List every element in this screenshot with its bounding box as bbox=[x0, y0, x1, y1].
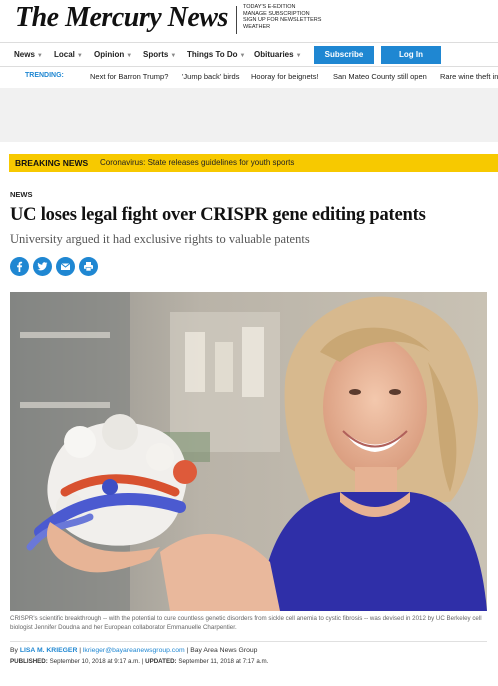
trending-link[interactable]: San Mateo County still open bbox=[333, 72, 427, 81]
published-label: PUBLISHED: bbox=[10, 658, 48, 665]
trending-link[interactable]: 'Jump back' birds bbox=[182, 72, 239, 81]
breaking-news-label: BREAKING NEWS bbox=[15, 158, 89, 168]
nav-item-label: Sports bbox=[143, 50, 169, 59]
twitter-icon bbox=[37, 262, 48, 271]
article-dates: PUBLISHED: September 10, 2018 at 9:17 a.… bbox=[10, 658, 268, 665]
author-email-link[interactable]: lkrieger@bayareanewsgroup.com bbox=[83, 647, 185, 654]
section-label[interactable]: NEWS bbox=[10, 190, 33, 199]
separator: | bbox=[141, 658, 144, 665]
facebook-icon bbox=[17, 261, 23, 272]
separator: | bbox=[79, 647, 82, 654]
article-photo[interactable] bbox=[10, 292, 487, 611]
nav-item-things-to-do[interactable]: Things To Do ▼ bbox=[187, 50, 245, 59]
byline: By LISA M. KRIEGER | lkrieger@bayareanew… bbox=[10, 647, 257, 654]
nav-item-local[interactable]: Local ▼ bbox=[54, 50, 83, 59]
nav-item-label: News bbox=[14, 50, 35, 59]
byline-org: Bay Area News Group bbox=[190, 647, 258, 654]
email-share-button[interactable] bbox=[56, 257, 75, 276]
divider bbox=[10, 641, 487, 642]
masthead-divider bbox=[236, 6, 237, 34]
chevron-down-icon: ▼ bbox=[239, 53, 246, 59]
separator: | bbox=[186, 647, 189, 654]
breaking-news-link[interactable]: Coronavirus: State releases guidelines f… bbox=[100, 158, 294, 167]
trending-bar: TRENDING: Next for Barron Trump? 'Jump b… bbox=[0, 68, 498, 84]
masthead-links: TODAY'S E-EDITION MANAGE SUBSCRIPTION SI… bbox=[243, 4, 321, 30]
author-link[interactable]: LISA M. KRIEGER bbox=[20, 647, 78, 654]
chevron-down-icon: ▼ bbox=[295, 53, 302, 59]
login-button[interactable]: Log In bbox=[381, 46, 441, 64]
trending-label: TRENDING: bbox=[25, 72, 64, 79]
twitter-share-button[interactable] bbox=[33, 257, 52, 276]
breaking-news-bar: BREAKING NEWS Coronavirus: State release… bbox=[9, 154, 498, 172]
print-button[interactable] bbox=[79, 257, 98, 276]
nav-item-news[interactable]: News ▼ bbox=[14, 50, 43, 59]
byline-prefix: By bbox=[10, 647, 18, 654]
trending-link[interactable]: Next for Barron Trump? bbox=[90, 72, 168, 81]
email-icon bbox=[60, 263, 71, 270]
main-nav: News ▼ Local ▼ Opinion ▼ Sports ▼ Things To … bbox=[0, 42, 498, 67]
photo-illustration bbox=[10, 292, 487, 611]
chevron-down-icon: ▼ bbox=[76, 53, 83, 59]
article-headline: UC loses legal fight over CRISPR gene ed… bbox=[10, 205, 426, 225]
nav-item-label: Opinion bbox=[94, 50, 125, 59]
newsletter-signup-link[interactable]: SIGN UP FOR NEWSLETTERS bbox=[243, 17, 321, 24]
print-icon bbox=[84, 262, 93, 272]
facebook-share-button[interactable] bbox=[10, 257, 29, 276]
published-date: September 10, 2018 at 9:17 a.m. bbox=[49, 658, 141, 665]
masthead: The Mercury News TODAY'S E-EDITION MANAG… bbox=[0, 0, 498, 42]
ad-placeholder bbox=[0, 88, 498, 142]
nav-item-label: Local bbox=[54, 50, 75, 59]
weather-link[interactable]: WEATHER bbox=[243, 24, 321, 31]
updated-label: UPDATED: bbox=[145, 658, 177, 665]
trending-link[interactable]: Rare wine theft in bbox=[440, 72, 498, 81]
site-logo[interactable]: The Mercury News bbox=[15, 2, 228, 34]
nav-item-opinion[interactable]: Opinion ▼ bbox=[94, 50, 132, 59]
photo-caption: CRISPR's scientific breakthrough -- with… bbox=[10, 615, 482, 631]
subscribe-button[interactable]: Subscribe bbox=[314, 46, 374, 64]
nav-item-label: Obituaries bbox=[254, 50, 294, 59]
article-subhead: University argued it had exclusive right… bbox=[10, 232, 310, 246]
nav-item-sports[interactable]: Sports ▼ bbox=[143, 50, 176, 59]
updated-date: September 11, 2018 at 7:17 a.m. bbox=[178, 658, 269, 665]
chevron-down-icon: ▼ bbox=[170, 53, 177, 59]
chevron-down-icon: ▼ bbox=[36, 53, 43, 59]
nav-item-label: Things To Do bbox=[187, 50, 238, 59]
nav-item-obituaries[interactable]: Obituaries ▼ bbox=[254, 50, 302, 59]
trending-link[interactable]: Hooray for beignets! bbox=[251, 72, 319, 81]
chevron-down-icon: ▼ bbox=[126, 53, 133, 59]
